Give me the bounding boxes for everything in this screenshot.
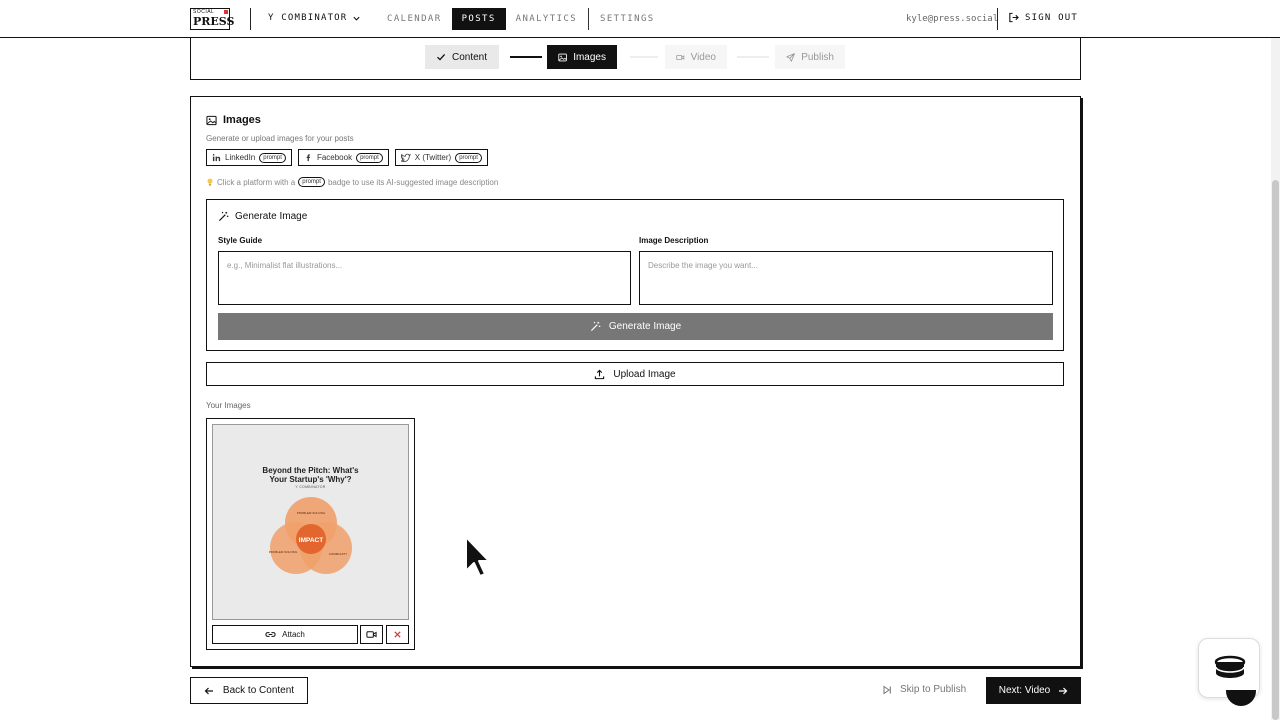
- prompt-badge: prompt: [356, 152, 383, 163]
- link-icon: [265, 632, 276, 637]
- platform-name: X (Twitter): [414, 153, 452, 162]
- magic-wand-icon: [590, 321, 601, 332]
- generate-image-title-text: Generate Image: [235, 211, 308, 222]
- section-title: Images: [206, 114, 261, 126]
- section-title-text: Images: [223, 114, 261, 126]
- magic-wand-icon: [218, 211, 229, 222]
- back-label: Back to Content: [222, 685, 295, 696]
- platform-chip-facebook[interactable]: Facebook prompt: [297, 149, 389, 166]
- attach-label: Attach: [282, 630, 305, 639]
- database-icon: [1214, 655, 1246, 678]
- chat-launcher[interactable]: [1226, 690, 1256, 706]
- image-description-placeholder: Describe the image you want...: [648, 261, 758, 270]
- main-nav: CALENDAR POSTS ANALYTICS SETTINGS: [377, 8, 665, 30]
- skip-to-publish-button[interactable]: Skip to Publish: [882, 684, 966, 695]
- your-images-label: Your Images: [206, 401, 251, 410]
- step-video[interactable]: Video: [665, 45, 727, 69]
- prompt-badge: prompt: [298, 177, 325, 187]
- step-connector: [510, 56, 542, 58]
- venn-left-label: PROBLEM SOLVING: [269, 550, 298, 554]
- generate-image-button-label: Generate Image: [608, 321, 682, 332]
- hint-text-end: badge to use its AI-suggested image desc…: [327, 177, 499, 187]
- sign-out-button[interactable]: SIGN OUT: [1008, 12, 1078, 23]
- nav-analytics[interactable]: ANALYTICS: [506, 8, 587, 30]
- platform-name: Facebook: [316, 153, 353, 162]
- delete-button[interactable]: [386, 625, 409, 644]
- prompt-badge: prompt: [259, 152, 286, 163]
- section-subtitle: Generate or upload images for your posts: [206, 134, 354, 143]
- logo-main-text: PRESS: [193, 15, 235, 28]
- twitter-icon: [400, 153, 411, 162]
- linkedin-icon: [212, 153, 221, 162]
- hint-text-start: Click a platform with a: [217, 177, 296, 187]
- check-icon: [437, 53, 446, 61]
- venn-diagram: IMPACT PROBLEM SOLVING PROBLEM SOLVING C…: [269, 497, 352, 574]
- prompt-badge: prompt: [455, 152, 482, 163]
- image-icon: [206, 115, 217, 125]
- style-guide-placeholder: e.g., Minimalist flat illustrations...: [227, 261, 343, 270]
- image-thumbnail[interactable]: Beyond the Pitch: What's Your Startup's …: [212, 424, 409, 620]
- venn-right-label: COMMUNITY: [329, 552, 348, 556]
- workspace-switcher[interactable]: Y COMBINATOR: [268, 13, 361, 23]
- upload-image-button[interactable]: Upload Image: [206, 362, 1064, 386]
- step-video-label: Video: [690, 51, 716, 63]
- generate-image-title: Generate Image: [218, 211, 307, 222]
- logo[interactable]: SOCIAL PRESS: [190, 8, 235, 30]
- arrow-left-icon: [204, 687, 213, 694]
- step-publish-label: Publish: [801, 51, 834, 63]
- next-video-button[interactable]: Next: Video: [986, 677, 1081, 704]
- divider: [250, 8, 251, 30]
- nav-posts[interactable]: POSTS: [451, 8, 506, 30]
- video-button[interactable]: [360, 625, 383, 644]
- attach-button[interactable]: Attach: [212, 625, 358, 644]
- image-description-label: Image Description: [639, 236, 709, 245]
- step-publish[interactable]: Publish: [775, 45, 845, 69]
- arrow-right-icon: [1059, 687, 1068, 694]
- nav-divider: [588, 8, 590, 30]
- chevron-down-icon: [353, 16, 361, 21]
- logout-icon: [1009, 12, 1019, 23]
- next-label: Next: Video: [998, 685, 1051, 696]
- platform-chips: LinkedIn prompt Facebook prompt X (Twitt…: [206, 149, 488, 166]
- style-guide-label: Style Guide: [218, 236, 263, 245]
- mouse-cursor-icon: [465, 536, 490, 577]
- step-images[interactable]: Images: [547, 45, 617, 69]
- video-icon: [366, 631, 377, 638]
- lightbulb-icon: [207, 178, 213, 186]
- nav-settings[interactable]: SETTINGS: [590, 8, 665, 30]
- upload-icon: [595, 369, 605, 379]
- workspace-name: Y COMBINATOR: [268, 13, 348, 23]
- sign-out-label: SIGN OUT: [1025, 12, 1078, 23]
- step-content[interactable]: Content: [425, 45, 499, 69]
- divider: [997, 8, 998, 30]
- platform-name: LinkedIn: [225, 153, 256, 162]
- step-images-label: Images: [573, 51, 606, 63]
- image-description-input[interactable]: Describe the image you want...: [639, 251, 1053, 305]
- venn-top-label: PROBLEM SOLVING: [297, 511, 326, 515]
- platform-chip-linkedin[interactable]: LinkedIn prompt: [206, 149, 292, 166]
- back-to-content-button[interactable]: Back to Content: [190, 677, 308, 704]
- step-connector: [630, 56, 658, 58]
- user-email: kyle@press.social: [906, 14, 999, 24]
- style-guide-input[interactable]: e.g., Minimalist flat illustrations...: [218, 251, 631, 305]
- step-connector: [737, 56, 769, 58]
- skip-label: Skip to Publish: [900, 684, 967, 695]
- image-icon: [558, 53, 567, 61]
- nav-calendar[interactable]: CALENDAR: [377, 8, 452, 30]
- step-content-label: Content: [452, 51, 488, 63]
- venn-center-label: IMPACT: [299, 537, 323, 544]
- skip-forward-icon: [883, 685, 891, 694]
- logo-dot: [224, 10, 228, 14]
- generate-image-button[interactable]: Generate Image: [218, 313, 1053, 340]
- upload-image-label: Upload Image: [613, 368, 676, 380]
- facebook-icon: [306, 154, 310, 162]
- chat-widget[interactable]: [1198, 638, 1260, 698]
- scrollbar-thumb[interactable]: [1272, 180, 1279, 720]
- send-icon: [786, 52, 795, 62]
- platform-chip-twitter[interactable]: X (Twitter) prompt: [394, 149, 488, 166]
- stepper-container: [190, 38, 1081, 80]
- close-icon: [394, 631, 401, 638]
- video-icon: [676, 54, 685, 60]
- platform-hint: Click a platform with a prompt badge to …: [206, 177, 498, 187]
